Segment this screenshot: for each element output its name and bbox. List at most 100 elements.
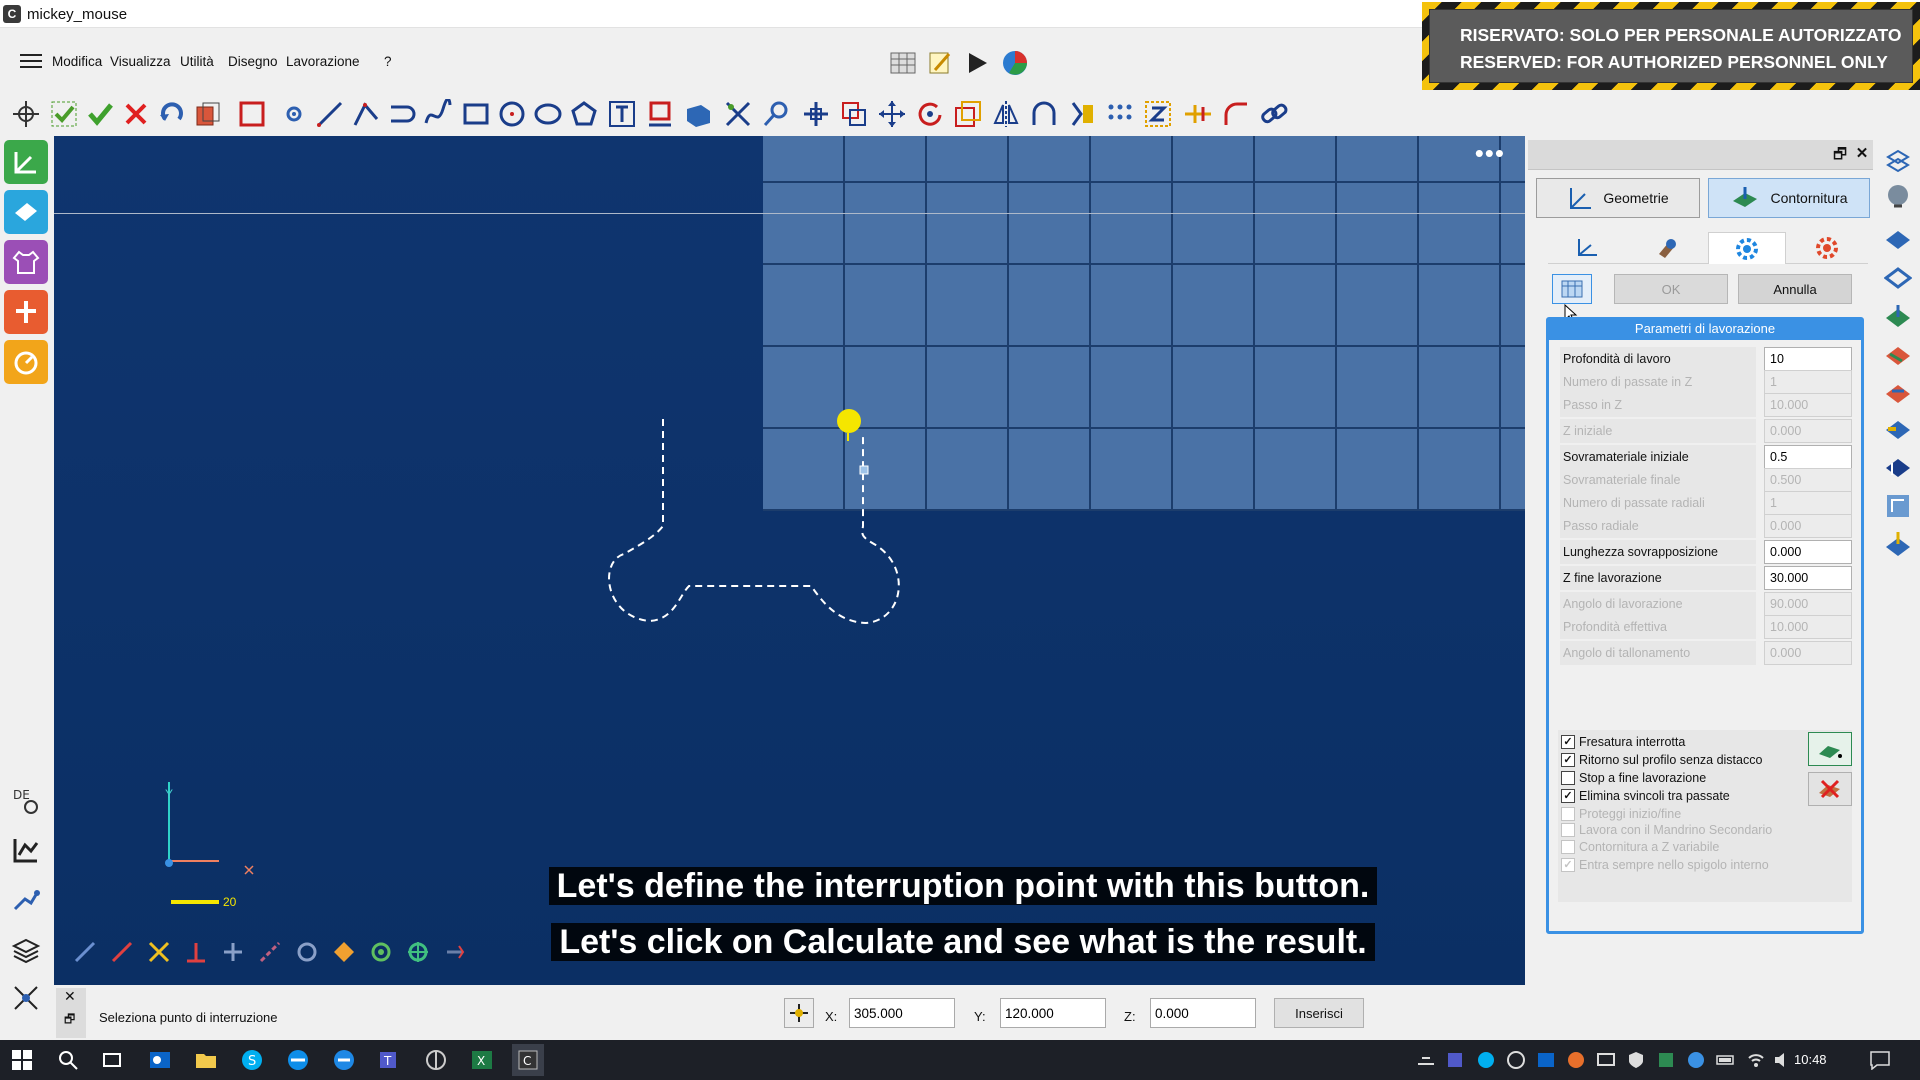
- teamviewer-icon[interactable]: [282, 1044, 314, 1076]
- z-coord-input[interactable]: [1150, 998, 1256, 1028]
- op-thread-icon[interactable]: [1882, 452, 1914, 484]
- polyline-icon[interactable]: [348, 96, 384, 132]
- menu-visualizza[interactable]: Visualizza: [110, 54, 171, 69]
- search-icon[interactable]: [52, 1044, 84, 1076]
- op-surface-icon[interactable]: [1882, 300, 1914, 332]
- mirror-icon[interactable]: [988, 96, 1024, 132]
- param-value-input[interactable]: [1764, 566, 1852, 590]
- snap-crosshair-icon[interactable]: [798, 96, 834, 132]
- confirm-check-icon[interactable]: [82, 96, 118, 132]
- op-pocket-icon[interactable]: [1882, 262, 1914, 294]
- menu-help[interactable]: ?: [384, 54, 392, 69]
- tray-teams-icon[interactable]: [1440, 1044, 1472, 1076]
- tray-display-icon[interactable]: [1590, 1044, 1622, 1076]
- op-engrave-icon[interactable]: [1882, 376, 1914, 408]
- battery-icon[interactable]: [1710, 1044, 1742, 1076]
- array-grid-icon[interactable]: [1102, 96, 1138, 132]
- snap-perpendicular-icon[interactable]: [180, 936, 212, 968]
- trim-icon[interactable]: [720, 96, 756, 132]
- layers-stack-icon[interactable]: [190, 96, 226, 132]
- snap-quadrant-icon[interactable]: [291, 936, 323, 968]
- ellipse-icon[interactable]: [530, 96, 566, 132]
- op-drill-icon[interactable]: [1882, 338, 1914, 370]
- brain-settings-icon[interactable]: [1882, 180, 1914, 212]
- tray-skype-icon[interactable]: [1470, 1044, 1502, 1076]
- play-simulation-icon[interactable]: [962, 48, 992, 78]
- scale-icon[interactable]: [950, 96, 986, 132]
- notifications-icon[interactable]: [1864, 1044, 1896, 1076]
- restore-window-icon[interactable]: 🗗: [1830, 144, 1850, 164]
- notes-icon[interactable]: [925, 48, 955, 78]
- task-view-icon[interactable]: [96, 1044, 128, 1076]
- table-icon[interactable]: [888, 48, 918, 78]
- snap-end-icon[interactable]: [106, 936, 138, 968]
- op-plunge-icon[interactable]: [1882, 528, 1914, 560]
- move-icon[interactable]: [874, 96, 910, 132]
- tray-shield-icon[interactable]: [1620, 1044, 1652, 1076]
- op-chamfer-icon[interactable]: [1882, 414, 1914, 446]
- snap-center-icon[interactable]: [328, 936, 360, 968]
- zoom-z-icon[interactable]: [1140, 96, 1176, 132]
- snap-off-icon[interactable]: [439, 936, 471, 968]
- edge-browser-icon[interactable]: [328, 1044, 360, 1076]
- text-icon[interactable]: [604, 96, 640, 132]
- file-explorer-icon[interactable]: [190, 1044, 222, 1076]
- fillet-path-icon[interactable]: [384, 96, 420, 132]
- app-circle-icon[interactable]: [420, 1044, 452, 1076]
- menu-utilita[interactable]: Utilità: [180, 54, 214, 69]
- drawing-canvas[interactable]: ••• Y X 20 Let's: [54, 136, 1525, 985]
- y-coord-input[interactable]: [1000, 998, 1106, 1028]
- outlook-icon[interactable]: [144, 1044, 176, 1076]
- tray-update-icon[interactable]: [1650, 1044, 1682, 1076]
- spline-icon[interactable]: [420, 96, 456, 132]
- tray-browser-icon[interactable]: [1560, 1044, 1592, 1076]
- snap-intersection-icon[interactable]: [143, 936, 175, 968]
- op-profile-icon[interactable]: [1882, 490, 1914, 522]
- rectangle-icon[interactable]: [458, 96, 494, 132]
- tab-parameters[interactable]: [1708, 232, 1786, 264]
- tray-app-icon[interactable]: [1500, 1044, 1532, 1076]
- line-icon[interactable]: [312, 96, 348, 132]
- x-coord-input[interactable]: [849, 998, 955, 1028]
- eraser-mode-icon[interactable]: [4, 190, 48, 234]
- polygon-icon[interactable]: [566, 96, 602, 132]
- origin-crosshair-icon[interactable]: [8, 96, 44, 132]
- insert-button[interactable]: Inserisci: [1274, 998, 1364, 1028]
- option-checkbox[interactable]: ✓ Fresatura interrotta: [1561, 732, 1685, 752]
- point-icon[interactable]: [276, 96, 312, 132]
- stretch-icon[interactable]: [1064, 96, 1100, 132]
- tab-tool[interactable]: [1628, 232, 1706, 264]
- pin-icon[interactable]: [758, 96, 794, 132]
- tray-defender-icon[interactable]: [1680, 1044, 1712, 1076]
- snap-mode-icon[interactable]: [784, 998, 814, 1028]
- tray-outlook-icon[interactable]: [1530, 1044, 1562, 1076]
- geometry-mode-icon[interactable]: [4, 140, 48, 184]
- param-value-input[interactable]: [1764, 347, 1852, 371]
- menu-modifica[interactable]: Modifica: [52, 54, 102, 69]
- menu-disegno[interactable]: Disegno: [228, 54, 278, 69]
- status-restore-icon[interactable]: 🗗: [64, 1010, 75, 1031]
- close-panel-icon[interactable]: ✕: [1852, 144, 1872, 164]
- code-expression-icon[interactable]: DE: [4, 778, 48, 822]
- tab-geometry-params[interactable]: [1548, 232, 1626, 264]
- toolpath-tree-icon[interactable]: [1882, 144, 1914, 176]
- snap-line-icon[interactable]: [69, 936, 101, 968]
- snap-grid-icon[interactable]: [402, 936, 434, 968]
- status-close-icon[interactable]: ✕: [64, 988, 76, 1005]
- tab-contornitura[interactable]: Contornitura: [1708, 178, 1870, 218]
- solid-block-icon[interactable]: [680, 96, 716, 132]
- gauge-mode-icon[interactable]: [4, 340, 48, 384]
- pie-chart-icon[interactable]: [1000, 48, 1030, 78]
- tab-geometrie[interactable]: Geometrie: [1536, 178, 1700, 218]
- shirt-mode-icon[interactable]: [4, 240, 48, 284]
- machine-chart-icon[interactable]: [4, 828, 48, 872]
- option-checkbox[interactable]: ✓ Ritorno sul profilo senza distacco: [1561, 750, 1762, 770]
- dimension-icon[interactable]: [642, 96, 678, 132]
- fillet-corner-icon[interactable]: [1218, 96, 1254, 132]
- param-value-input[interactable]: [1764, 445, 1852, 469]
- snap-tangent-icon[interactable]: [254, 936, 286, 968]
- calculate-button[interactable]: [1552, 274, 1592, 304]
- layers-icon[interactable]: [4, 928, 48, 972]
- copy-icon[interactable]: [836, 96, 872, 132]
- annulla-button[interactable]: Annulla: [1738, 274, 1852, 304]
